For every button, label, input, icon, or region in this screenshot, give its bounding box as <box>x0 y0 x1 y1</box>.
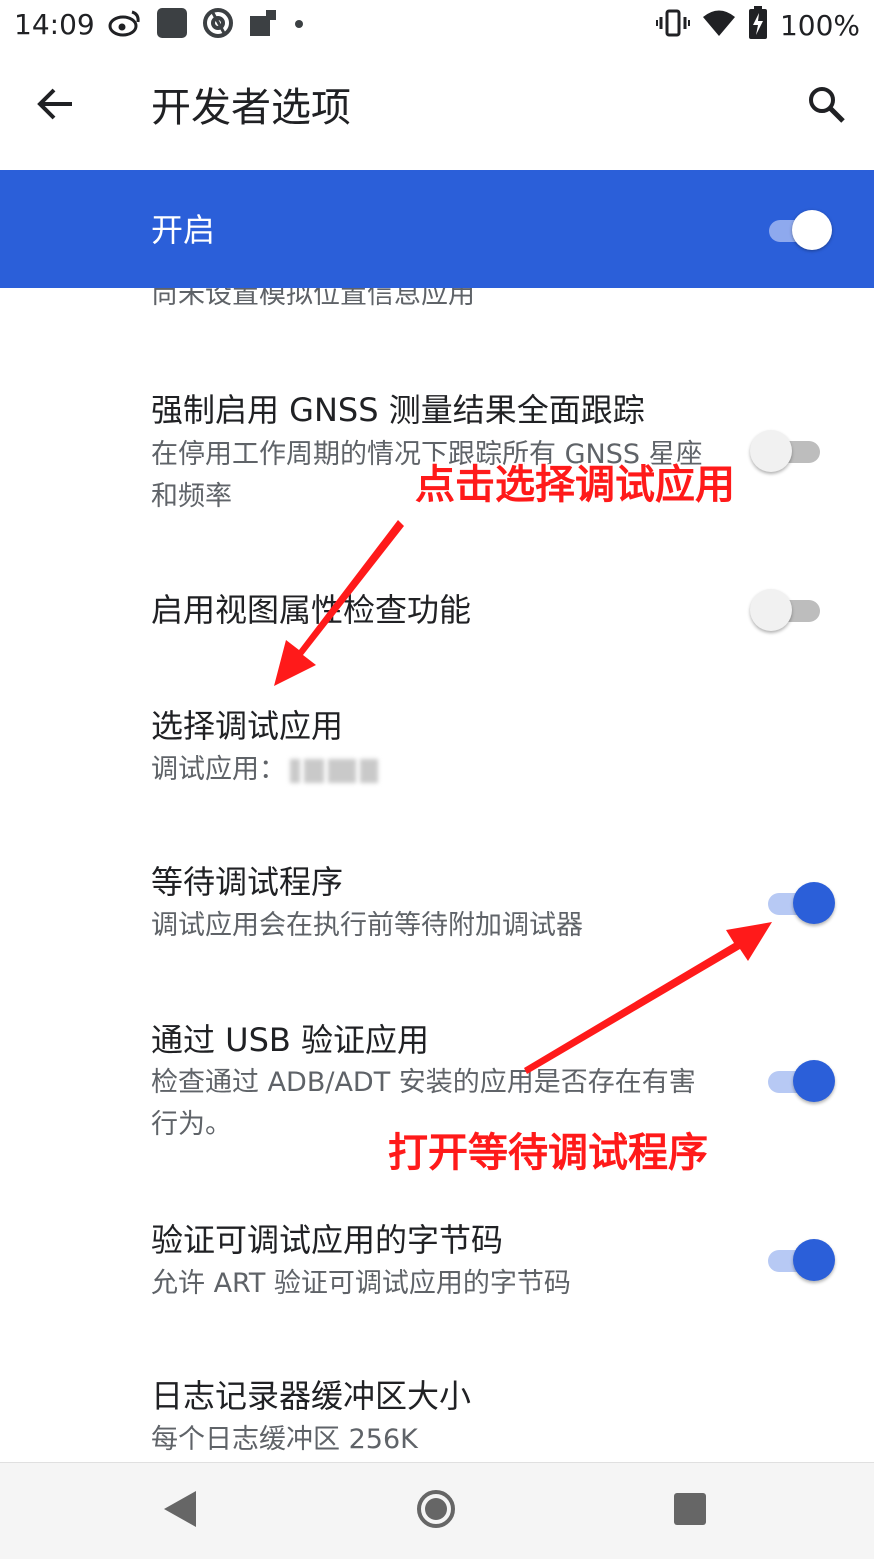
nav-recents-button[interactable] <box>662 1483 718 1539</box>
nav-home-button[interactable] <box>408 1483 464 1539</box>
app-icon <box>156 7 188 43</box>
wifi-icon <box>702 8 736 42</box>
toggle-thumb <box>793 882 835 924</box>
gnss-toggle[interactable] <box>750 427 840 475</box>
setting-summary: 尚未设置模拟位置信息应用 <box>151 288 475 310</box>
setting-title: 启用视图属性检查功能 <box>151 591 472 629</box>
setting-summary: 调试应用： <box>151 749 711 791</box>
annotation-select-debug-app: 点击选择调试应用 <box>415 462 735 508</box>
setting-title: 日志记录器缓冲区大小 <box>151 1377 472 1415</box>
setting-row-view-attribute[interactable]: 启用视图属性检查功能 <box>0 552 874 668</box>
setting-title: 强制启用 GNSS 测量结果全面跟踪 <box>151 391 645 429</box>
notification-icon <box>248 8 278 42</box>
setting-title: 验证可调试应用的字节码 <box>151 1221 504 1259</box>
debug-app-summary-label: 调试应用： <box>151 754 286 785</box>
view-attr-toggle[interactable] <box>750 586 840 634</box>
weibo-icon <box>108 8 142 42</box>
master-switch-label: 开启 <box>151 211 216 249</box>
recents-square-icon <box>672 1491 708 1531</box>
at-icon <box>202 7 234 43</box>
setting-summary: 允许 ART 验证可调试应用的字节码 <box>151 1268 571 1299</box>
annotation-open-wait-debugger: 打开等待调试程序 <box>388 1130 708 1176</box>
redacted-app-name <box>304 758 324 783</box>
verify-usb-toggle[interactable] <box>750 1057 840 1105</box>
redacted-app-name <box>360 758 378 783</box>
status-bar: 14:09 100% <box>0 0 874 50</box>
status-time: 14:09 <box>14 8 95 41</box>
setting-row-select-debug-app[interactable]: 选择调试应用 调试应用： <box>0 686 874 816</box>
arrow-back-icon <box>36 84 76 128</box>
dot-icon <box>292 16 306 35</box>
setting-row-verify-bytecode[interactable]: 验证可调试应用的字节码 允许 ART 验证可调试应用的字节码 <box>0 1200 874 1330</box>
battery-charging-icon <box>748 6 768 44</box>
home-circle-icon <box>415 1488 457 1534</box>
toggle-thumb <box>750 589 792 631</box>
redacted-app-name <box>290 758 300 783</box>
setting-title: 通过 USB 验证应用 <box>151 1021 430 1059</box>
nav-back-button[interactable] <box>152 1483 208 1539</box>
master-switch-bar[interactable]: 开启 <box>0 170 874 288</box>
setting-row-mock-location[interactable]: 尚未设置模拟位置信息应用 <box>0 288 874 328</box>
master-switch-toggle[interactable] <box>767 210 837 250</box>
status-notification-icons <box>108 8 306 42</box>
setting-title: 等待调试程序 <box>151 863 344 901</box>
page-title: 开发者选项 <box>151 85 351 131</box>
redacted-app-name <box>328 758 356 783</box>
toggle-thumb <box>793 1060 835 1102</box>
search-icon <box>806 84 846 128</box>
navigation-bar <box>0 1462 874 1559</box>
setting-row-wait-debugger[interactable]: 等待调试程序 调试应用会在执行前等待附加调试器 <box>0 842 874 972</box>
back-button[interactable] <box>26 76 86 136</box>
wait-debugger-toggle[interactable] <box>750 879 840 927</box>
setting-row-logger-buffer[interactable]: 日志记录器缓冲区大小 每个日志缓冲区 256K <box>0 1356 874 1462</box>
search-button[interactable] <box>796 76 856 136</box>
status-system-icons: 100% <box>655 6 860 44</box>
back-triangle-icon <box>162 1489 198 1533</box>
battery-percentage: 100% <box>779 8 860 42</box>
toggle-thumb <box>793 1239 835 1281</box>
setting-summary: 每个日志缓冲区 256K <box>151 1424 418 1455</box>
setting-title: 选择调试应用 <box>151 707 344 745</box>
app-bar: 开发者选项 <box>0 50 874 168</box>
toggle-thumb <box>750 430 792 472</box>
vibrate-icon <box>655 8 690 42</box>
master-switch-thumb <box>792 210 832 250</box>
verify-bytecode-toggle[interactable] <box>750 1236 840 1284</box>
setting-summary: 调试应用会在执行前等待附加调试器 <box>151 910 583 941</box>
